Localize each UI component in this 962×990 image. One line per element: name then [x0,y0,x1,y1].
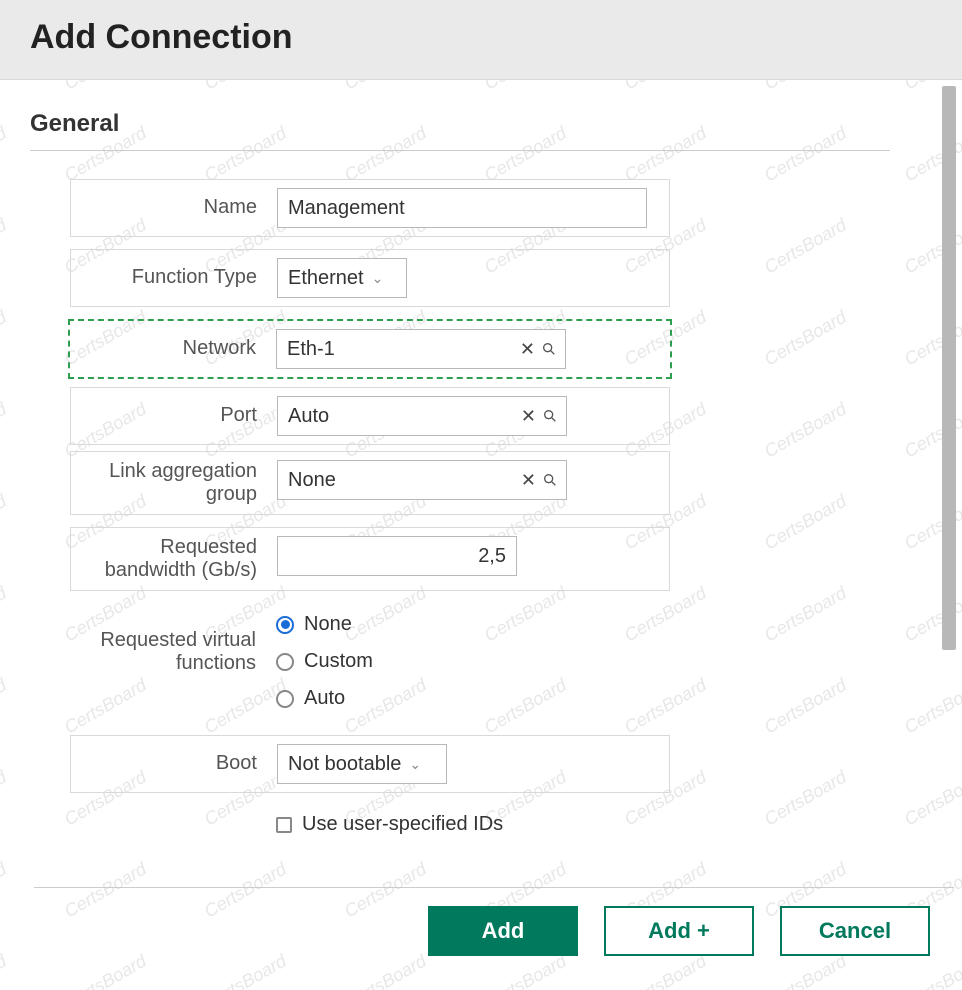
scrollbar-thumb[interactable] [942,86,956,650]
add-more-button[interactable]: Add + [604,906,754,956]
radio-icon [276,653,294,671]
label-lag: Link aggregation group [71,460,271,506]
rvf-radio-auto[interactable]: Auto [276,687,373,710]
search-icon[interactable] [542,408,558,424]
chevron-down-icon: ⌄ [409,756,421,773]
rvf-radio-none[interactable]: None [276,613,373,636]
network-value: Eth-1 [287,338,520,361]
lag-value: None [288,469,521,492]
search-icon[interactable] [541,341,557,357]
rvf-radio-group: None Custom Auto [276,611,373,710]
row-port: Port Auto ✕ [70,387,670,445]
function-type-value: Ethernet [288,267,364,290]
section-general-title: General [30,110,890,138]
network-combo[interactable]: Eth-1 ✕ [276,329,566,369]
boot-value: Not bootable [288,753,401,776]
row-name: Name [70,179,670,237]
label-name: Name [71,188,271,226]
bandwidth-input[interactable] [277,536,517,576]
row-boot: Boot Not bootable ⌄ [70,735,670,793]
clear-icon[interactable]: ✕ [520,339,535,360]
row-lag: Link aggregation group None ✕ [70,451,670,515]
label-network: Network [70,329,270,367]
label-boot: Boot [71,744,271,782]
row-network: Network Eth-1 ✕ [68,319,672,379]
row-rvf: Requested virtual functions None Custom … [70,603,670,723]
port-value: Auto [288,405,521,428]
checkbox-icon [276,817,292,833]
search-icon[interactable] [542,472,558,488]
label-rvf: Requested virtual functions [70,611,270,675]
row-bandwidth: Requested bandwidth (Gb/s) [70,527,670,591]
section-divider [30,150,890,151]
lag-combo[interactable]: None ✕ [277,460,567,500]
dialog-title: Add Connection [30,18,932,57]
clear-icon[interactable]: ✕ [521,406,536,427]
footer-divider [34,887,954,888]
clear-icon[interactable]: ✕ [521,470,536,491]
footer-buttons: Add Add + Cancel [30,906,930,956]
use-ids-checkbox[interactable]: Use user-specified IDs [276,813,503,836]
radio-icon [276,690,294,708]
boot-select[interactable]: Not bootable ⌄ [277,744,447,784]
name-input[interactable] [277,188,647,228]
cancel-button[interactable]: Cancel [780,906,930,956]
label-bandwidth: Requested bandwidth (Gb/s) [71,536,271,582]
port-combo[interactable]: Auto ✕ [277,396,567,436]
radio-icon [276,616,294,634]
row-function-type: Function Type Ethernet ⌄ [70,249,670,307]
add-button[interactable]: Add [428,906,578,956]
rvf-radio-custom[interactable]: Custom [276,650,373,673]
dialog-header: Add Connection [0,0,962,80]
chevron-down-icon: ⌄ [372,270,384,287]
label-port: Port [71,396,271,434]
row-use-ids: Use user-specified IDs [70,805,670,859]
function-type-select[interactable]: Ethernet ⌄ [277,258,407,298]
label-function-type: Function Type [71,258,271,296]
